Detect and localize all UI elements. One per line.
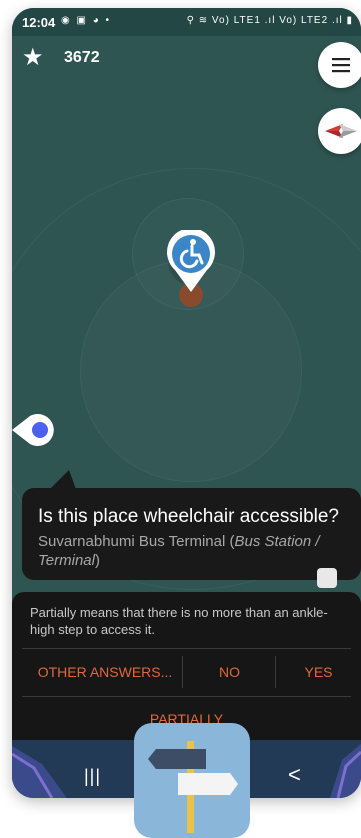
place-type-close: ) xyxy=(94,552,100,569)
recent-apps-button[interactable]: ||| xyxy=(84,766,101,787)
score-counter[interactable]: 3672 xyxy=(64,49,100,67)
place-name: Suvarnabhumi Bus Terminal xyxy=(38,533,226,550)
phone-screen: 12:04 ◉ ▣ ◕ • ⚲ ≋ Vo) LTE1 .ıl Vo) LTE2 … xyxy=(12,8,361,798)
hint-text: Partially means that there is no more th… xyxy=(30,605,328,637)
no-button[interactable]: NO xyxy=(183,656,276,688)
question-title: Is this place wheelchair accessible? xyxy=(38,506,339,527)
wheelchair-icon[interactable] xyxy=(166,230,216,294)
back-button[interactable]: < xyxy=(288,762,301,788)
compass-icon xyxy=(325,124,357,138)
place-info: Suvarnabhumi Bus Terminal (Bus Station /… xyxy=(38,532,358,570)
status-bar: 12:04 ◉ ▣ ◕ • ⚲ ≋ Vo) LTE1 .ıl Vo) LTE2 … xyxy=(12,8,361,36)
signpost-icon xyxy=(148,741,238,833)
yes-button[interactable]: YES xyxy=(276,656,361,688)
star-icon[interactable]: ★ xyxy=(22,46,44,70)
status-time: 12:04 xyxy=(22,15,56,30)
system-status-icons: ⚲ ≋ Vo) LTE1 .ıl Vo) LTE2 .ıl ▮ xyxy=(186,15,353,26)
location-icon[interactable] xyxy=(12,412,62,452)
answer-panel: Partially means that there is no more th… xyxy=(12,592,361,740)
divider xyxy=(22,696,351,697)
compass-button[interactable] xyxy=(318,108,361,154)
notification-icons: ◉ ▣ ◕ • xyxy=(61,15,112,26)
other-answers-button[interactable]: OTHER ANSWERS... xyxy=(26,656,184,688)
divider xyxy=(22,648,351,649)
menu-icon xyxy=(332,58,350,73)
scroll-indicator xyxy=(317,568,337,588)
question-bubble: Is this place wheelchair accessible? Suv… xyxy=(22,488,361,580)
menu-button[interactable] xyxy=(318,42,361,88)
app-icon xyxy=(134,723,250,838)
